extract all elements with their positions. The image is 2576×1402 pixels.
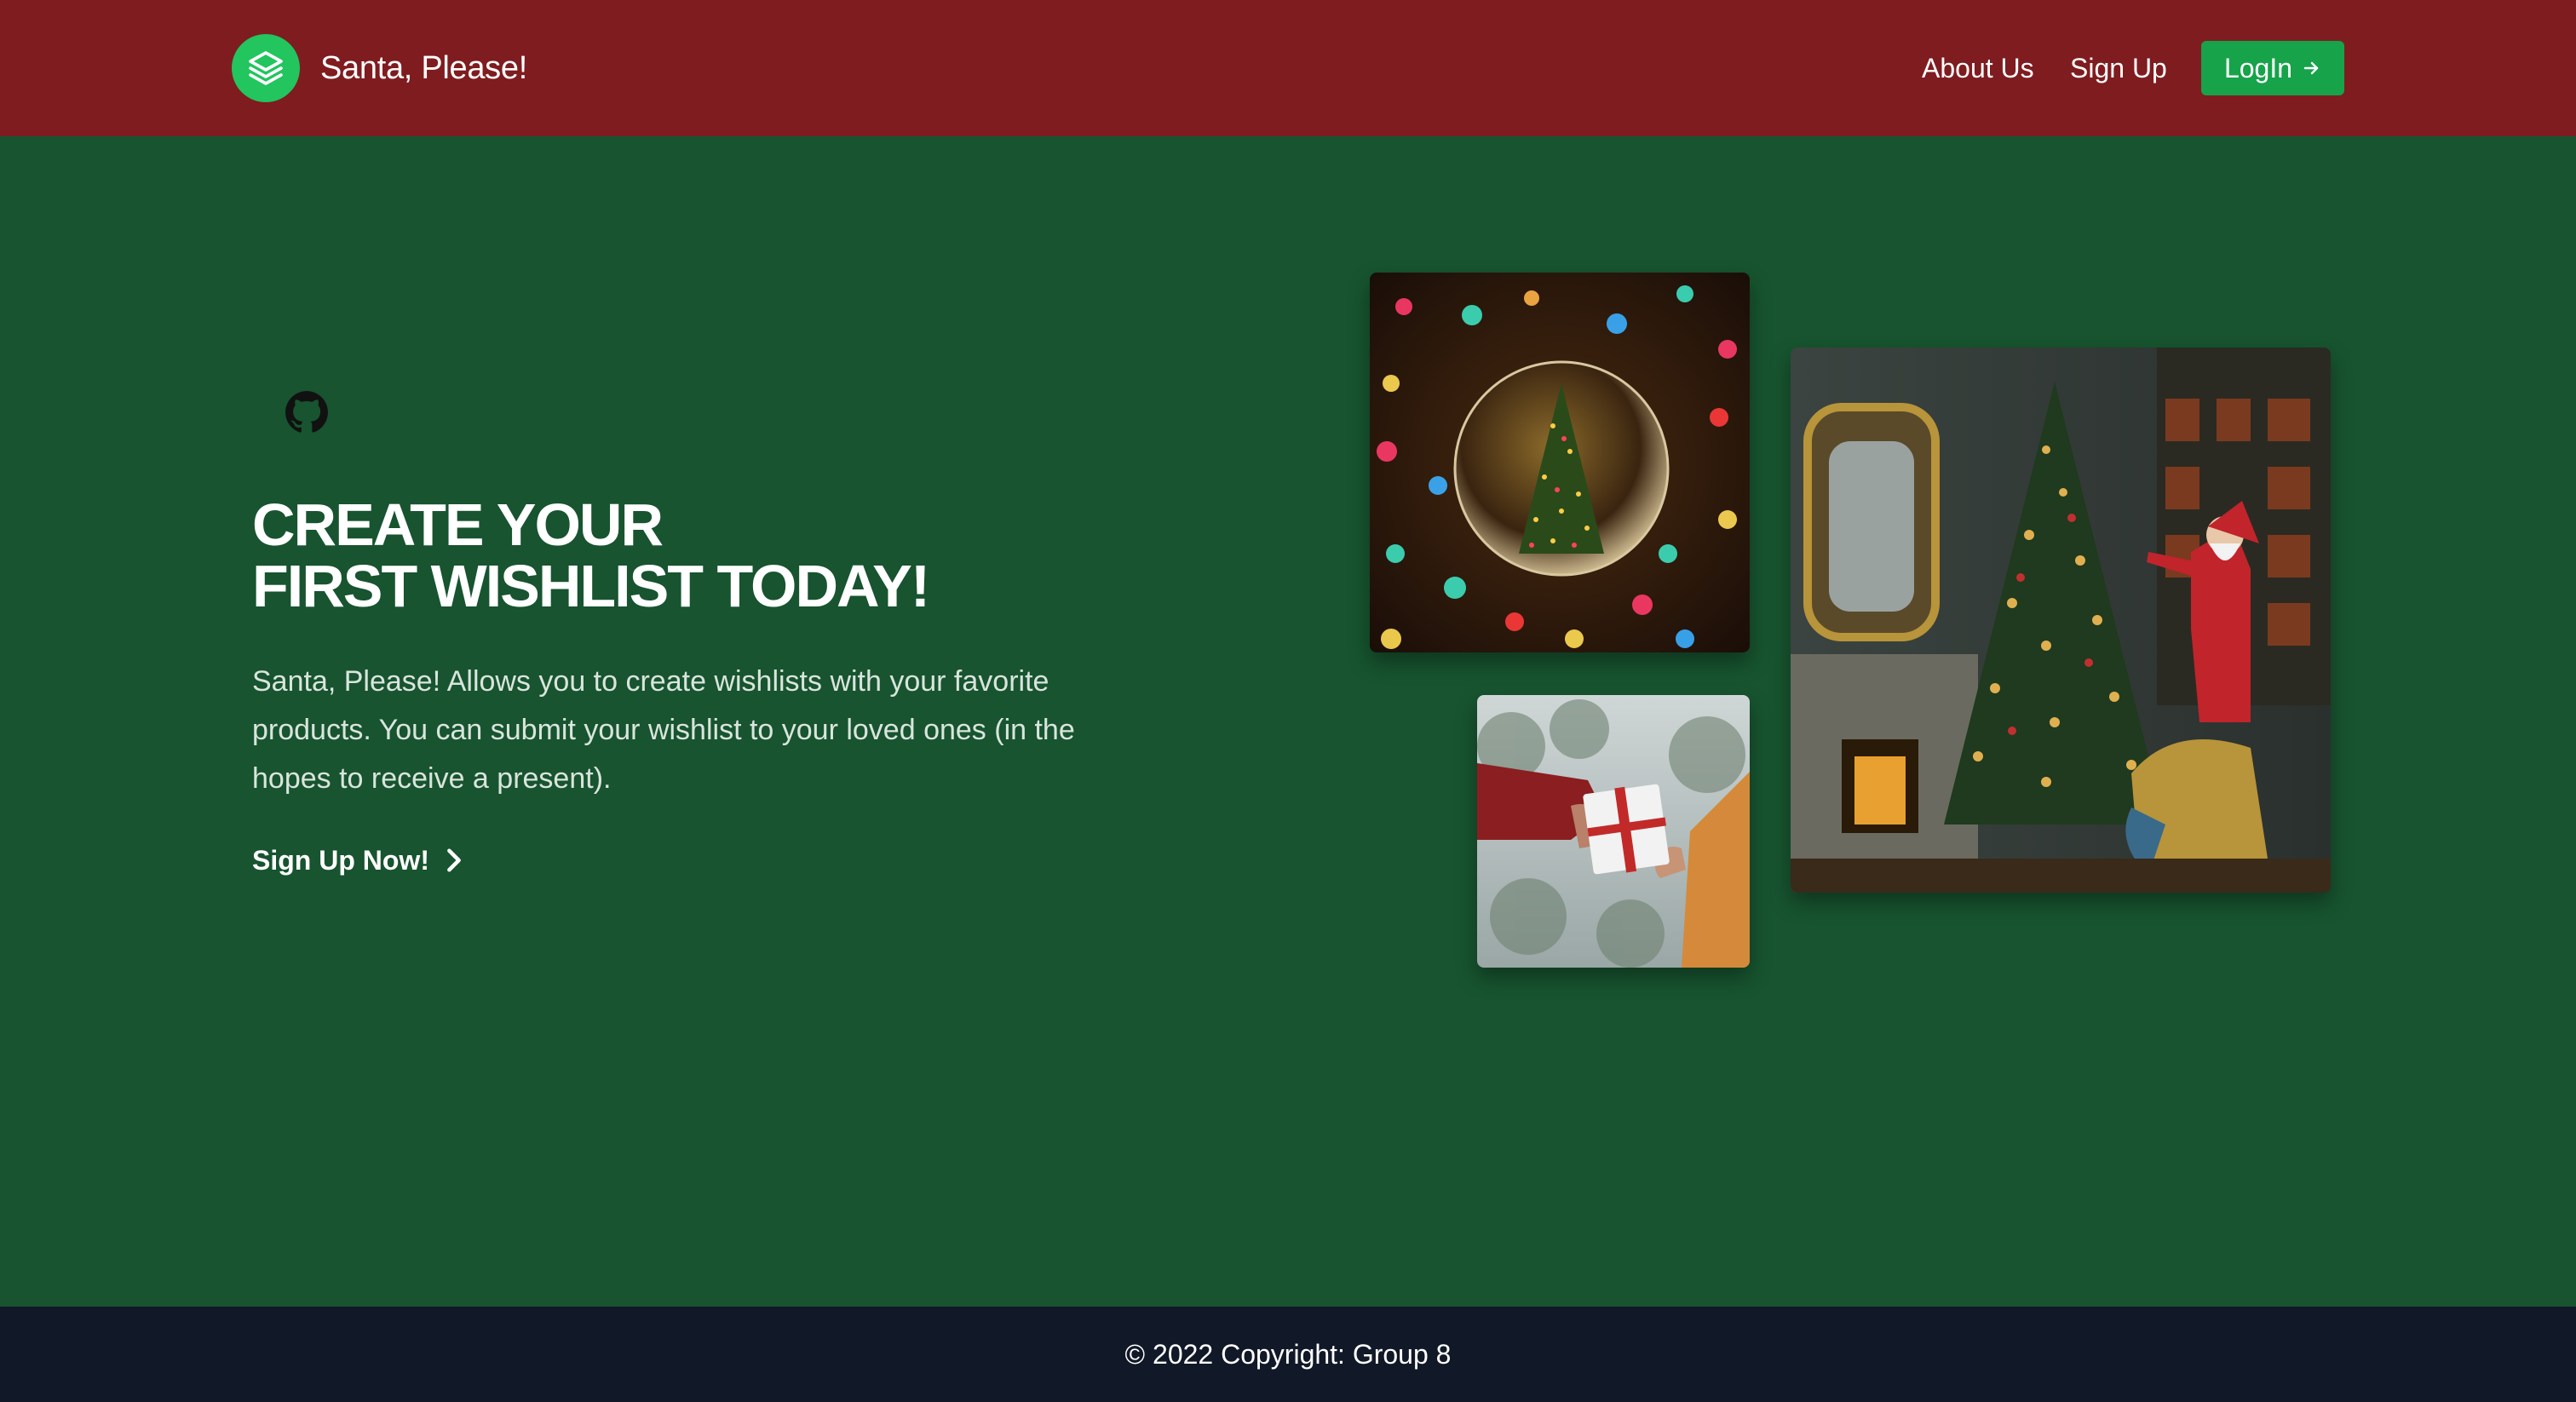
login-button-label: LogIn — [2223, 52, 2293, 83]
footer: © 2022 Copyright: Group 8 — [0, 1307, 2576, 1402]
gift-exchange-photo — [1477, 695, 1750, 968]
github-icon[interactable] — [285, 390, 329, 434]
sign-up-now-label: Sign Up Now! — [252, 845, 429, 876]
login-button[interactable]: LogIn — [2201, 41, 2344, 95]
nav-about-us-link[interactable]: About Us — [1922, 49, 2034, 87]
copyright-text: © 2022 Copyright: Group 8 — [1124, 1338, 1452, 1370]
top-navbar: Santa, Please! About Us Sign Up LogIn — [0, 0, 2576, 136]
brand-name[interactable]: Santa, Please! — [320, 48, 527, 89]
sign-up-now-link[interactable]: Sign Up Now! — [252, 842, 463, 879]
hero-title-line-2: FIRST WISHLIST TODAY! — [252, 553, 930, 619]
hero-title: CREATE YOUR FIRST WISHLIST TODAY! — [252, 491, 930, 619]
layers-icon — [249, 51, 283, 85]
hero-title-line-1: CREATE YOUR — [252, 491, 664, 558]
chevron-right-icon — [447, 848, 461, 872]
page: Santa, Please! About Us Sign Up LogIn CR… — [0, 0, 2576, 1402]
arrow-right-icon — [2303, 61, 2319, 75]
logo[interactable] — [232, 34, 300, 102]
santa-tree-photo — [1791, 348, 2331, 893]
nav-sign-up-link[interactable]: Sign Up — [2070, 49, 2167, 87]
hero-description: Santa, Please! Allows you to create wish… — [252, 665, 1075, 795]
ornament-photo — [1370, 273, 1750, 652]
